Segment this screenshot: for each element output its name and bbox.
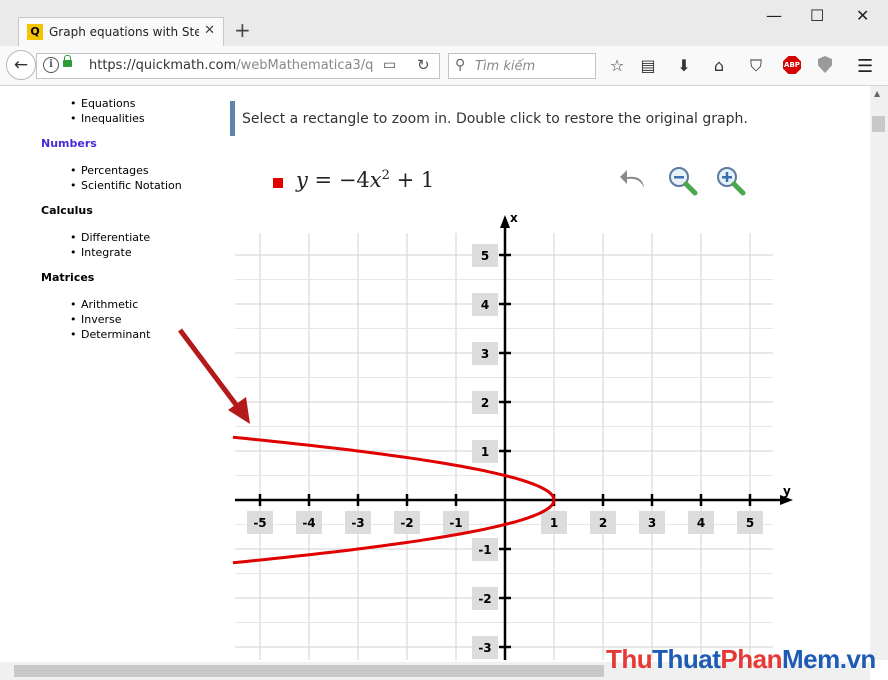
- sidebar-link-inequalities[interactable]: Inequalities: [70, 111, 145, 126]
- tab-bar: Q Graph equations with Step-by ✕ + — ☐ ✕: [0, 0, 888, 46]
- vertical-axis-arrow: [500, 215, 510, 228]
- back-arrow-icon: ←: [13, 55, 29, 75]
- tick-label: -1: [449, 516, 462, 530]
- legend-swatch: [273, 178, 283, 188]
- tick-label: 4: [697, 516, 705, 530]
- sidebar-list-numbers: Percentages Scientific Notation: [70, 163, 182, 193]
- reload-icon[interactable]: ↻: [417, 56, 430, 74]
- scroll-up-icon[interactable]: ▲: [874, 89, 880, 98]
- url-text[interactable]: https://quickmath.com/webMathematica3/q: [89, 58, 379, 73]
- watermark-part: Phan: [720, 644, 782, 674]
- sidebar-list-algebra: Equations Inequalities: [70, 96, 145, 126]
- sidebar-heading-numbers[interactable]: Numbers: [41, 137, 97, 150]
- hamburger-menu-icon[interactable]: ☰: [857, 56, 873, 77]
- browser-tab[interactable]: Q Graph equations with Step-by ✕: [18, 17, 224, 46]
- sidebar-link-arithmetic[interactable]: Arithmetic: [70, 297, 150, 312]
- new-tab-button[interactable]: +: [234, 18, 251, 42]
- tick-label: 5: [481, 249, 489, 263]
- tick-label: -4: [302, 516, 315, 530]
- undo-icon[interactable]: [618, 164, 652, 198]
- tick-label: -3: [351, 516, 364, 530]
- zoom-in-icon[interactable]: [714, 164, 748, 198]
- sidebar-heading-calculus[interactable]: Calculus: [41, 204, 93, 217]
- pocket-icon[interactable]: ⛉: [746, 56, 766, 76]
- sidebar-link-determinant[interactable]: Determinant: [70, 327, 150, 342]
- horizontal-scroll-thumb[interactable]: [14, 665, 604, 677]
- tick-label: 3: [648, 516, 656, 530]
- url-path: /webMathematica3/q: [236, 58, 374, 73]
- tick-label: 1: [550, 516, 558, 530]
- sidebar-link-scientific-notation[interactable]: Scientific Notation: [70, 178, 182, 193]
- sidebar-link-percentages[interactable]: Percentages: [70, 163, 182, 178]
- tick-label: 3: [481, 347, 489, 361]
- reader-view-icon[interactable]: ▭: [383, 57, 396, 73]
- window-close-button[interactable]: ✕: [856, 6, 869, 25]
- reading-list-icon[interactable]: ▤: [638, 56, 658, 75]
- tick-label: 1: [481, 445, 489, 459]
- url-bar[interactable]: i https://quickmath.com/webMathematica3/…: [36, 53, 440, 79]
- horizontal-axis-label: y: [783, 484, 791, 498]
- sidebar-list-calculus: Differentiate Integrate: [70, 230, 150, 260]
- sidebar-link-differentiate[interactable]: Differentiate: [70, 230, 150, 245]
- annotation-arrow-icon: [178, 328, 250, 424]
- zoom-out-icon[interactable]: [666, 164, 700, 198]
- tick-label: 2: [599, 516, 607, 530]
- sidebar-heading-matrices[interactable]: Matrices: [41, 271, 94, 284]
- privacy-shield-icon[interactable]: [818, 56, 832, 73]
- navigation-toolbar: ← i https://quickmath.com/webMathematica…: [0, 46, 888, 86]
- equation-var: x: [369, 168, 382, 192]
- close-tab-icon[interactable]: ✕: [204, 23, 215, 38]
- main-content: Select a rectangle to zoom in. Double cl…: [230, 86, 870, 660]
- lock-icon: [63, 55, 72, 67]
- back-button[interactable]: ←: [6, 50, 36, 80]
- search-bar[interactable]: ⚲ Tìm kiếm: [448, 53, 596, 79]
- equation-exponent: 2: [381, 168, 390, 183]
- sidebar-link-integrate[interactable]: Integrate: [70, 245, 150, 260]
- watermark-part: Thuat: [652, 644, 721, 674]
- equation-label: y = −4x2 + 1: [296, 168, 434, 192]
- adblock-icon[interactable]: ABP: [783, 56, 801, 74]
- favicon-icon: Q: [27, 24, 43, 40]
- tick-label: 5: [746, 516, 754, 530]
- watermark-part: Mem: [782, 644, 840, 674]
- tick-label: 4: [481, 298, 489, 312]
- graph-axes: yx: [235, 211, 793, 660]
- sidebar-link-equations[interactable]: Equations: [70, 96, 145, 111]
- watermark-part: .vn: [839, 644, 877, 674]
- tick-label: -5: [253, 516, 266, 530]
- equation-lhs: y: [296, 168, 308, 192]
- info-icon[interactable]: i: [43, 57, 59, 73]
- vertical-scroll-thumb[interactable]: [872, 116, 885, 132]
- search-icon: ⚲: [455, 57, 466, 73]
- equation-rhs-a: = −4: [307, 168, 370, 192]
- tick-label: -1: [478, 543, 491, 557]
- bookmark-star-icon[interactable]: ☆: [607, 56, 627, 75]
- sidebar-list-matrices: Arithmetic Inverse Determinant: [70, 297, 150, 342]
- sidebar-link-inverse[interactable]: Inverse: [70, 312, 150, 327]
- url-domain: https://quickmath.com: [89, 58, 237, 73]
- tick-label: -3: [478, 641, 491, 655]
- vertical-scrollbar[interactable]: ▲: [870, 86, 888, 660]
- vertical-axis-label: x: [510, 211, 518, 225]
- download-icon[interactable]: ⬇: [674, 56, 694, 75]
- minimize-button[interactable]: —: [766, 6, 782, 25]
- watermark: ThuThuatPhanMem.vn: [606, 644, 876, 675]
- search-placeholder: Tìm kiếm: [475, 59, 536, 74]
- tab-title: Graph equations with Step-by: [49, 25, 199, 39]
- tick-label: -2: [478, 592, 491, 606]
- maximize-button[interactable]: ☐: [810, 6, 824, 25]
- watermark-part: Thu: [606, 644, 653, 674]
- tick-label: 2: [481, 396, 489, 410]
- tick-label: -2: [400, 516, 413, 530]
- home-icon[interactable]: ⌂: [709, 56, 729, 75]
- equation-rhs-b: + 1: [389, 168, 435, 192]
